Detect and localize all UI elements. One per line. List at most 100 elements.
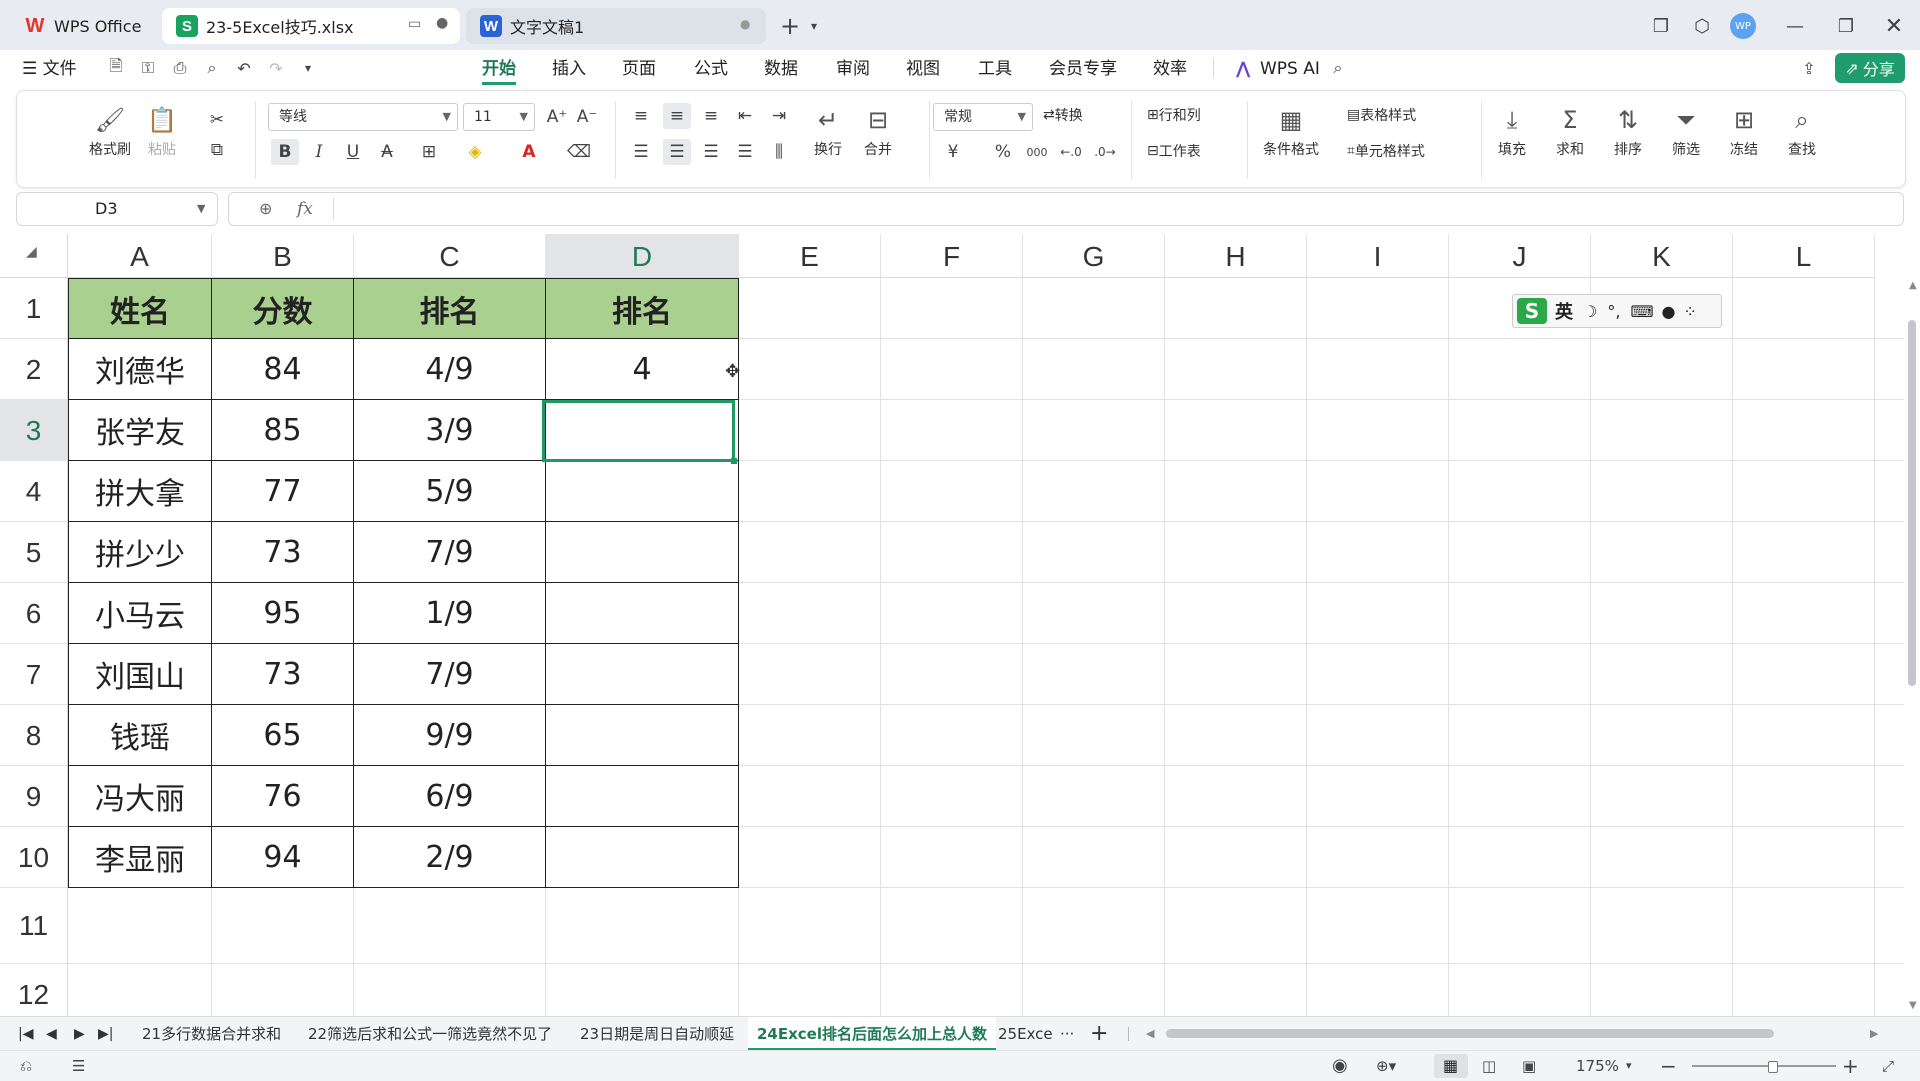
share-button[interactable]: ⇗ 分享: [1835, 53, 1905, 83]
merge-button[interactable]: ⊟ 合并: [863, 105, 893, 159]
eraser-icon[interactable]: ⌫: [565, 139, 593, 165]
quick-access-more-icon[interactable]: ▾: [296, 56, 320, 80]
next-sheet-icon[interactable]: ▶: [74, 1017, 85, 1051]
cell-b10[interactable]: 94: [212, 827, 354, 888]
fill-handle[interactable]: [731, 458, 737, 464]
chevron-down-icon[interactable]: ▾: [1626, 1051, 1632, 1081]
cell-c3[interactable]: 3/9: [354, 400, 546, 461]
column-header-j[interactable]: J: [1449, 234, 1591, 278]
cell-d4[interactable]: [546, 461, 739, 522]
restore-icon[interactable]: ❐: [1832, 12, 1860, 40]
redo-icon[interactable]: ↷: [264, 56, 288, 80]
column-header-g[interactable]: G: [1023, 234, 1165, 278]
ime-language-label[interactable]: 英: [1555, 298, 1573, 324]
window-layout-icon[interactable]: ❐: [1647, 12, 1675, 40]
grid-menu-icon[interactable]: ⁘: [1684, 302, 1697, 321]
zoom-formula-icon[interactable]: ⊕: [259, 193, 272, 225]
cell-c5[interactable]: 7/9: [354, 522, 546, 583]
row-header-3[interactable]: 3: [0, 400, 68, 461]
add-sheet-icon[interactable]: +: [1090, 1017, 1108, 1051]
cut-icon[interactable]: ✂: [203, 107, 231, 133]
cell-c6[interactable]: 1/9: [354, 583, 546, 644]
bold-icon[interactable]: B: [271, 139, 299, 165]
scroll-down-icon[interactable]: ▼: [1909, 1000, 1917, 1011]
name-box[interactable]: D3 ▼: [16, 192, 218, 226]
menu-view[interactable]: 视图: [906, 50, 940, 86]
zoom-in-icon[interactable]: +: [1842, 1051, 1859, 1081]
tab-spreadsheet[interactable]: S 23-5Excel技巧.xlsx ▭ ●: [162, 8, 460, 44]
menu-review[interactable]: 审阅: [836, 50, 870, 86]
font-color-icon[interactable]: A: [515, 139, 543, 165]
tab-wps-office[interactable]: W WPS Office: [10, 8, 158, 44]
sheet-list-icon[interactable]: ☰: [72, 1051, 85, 1081]
cell-a9[interactable]: 冯大丽: [68, 766, 212, 827]
conditional-format-button[interactable]: ▦ 条件格式: [1263, 105, 1319, 159]
increase-decimal-icon[interactable]: ←.0: [1057, 139, 1085, 165]
menu-efficiency[interactable]: 效率: [1153, 50, 1187, 86]
cell-a6[interactable]: 小马云: [68, 583, 212, 644]
print-icon[interactable]: ⎙: [168, 56, 192, 80]
search-icon[interactable]: ⌕: [1326, 56, 1350, 80]
scroll-up-icon[interactable]: ▲: [1909, 280, 1917, 291]
cell-d1[interactable]: 排名: [546, 278, 739, 339]
cell-b3[interactable]: 85: [212, 400, 354, 461]
cell-a8[interactable]: 钱瑶: [68, 705, 212, 766]
select-all-corner[interactable]: ◢: [0, 234, 68, 278]
cube-icon[interactable]: ⬡: [1688, 12, 1716, 40]
increase-font-icon[interactable]: A⁺: [543, 104, 571, 130]
cell-b5[interactable]: 73: [212, 522, 354, 583]
row-header-1[interactable]: 1: [0, 278, 68, 339]
convert-button[interactable]: ⇄ 转换: [1043, 105, 1083, 125]
undo-icon[interactable]: ↶: [232, 56, 256, 80]
align-top-icon[interactable]: ≡: [627, 103, 655, 129]
cell-a4[interactable]: 拼大拿: [68, 461, 212, 522]
last-sheet-icon[interactable]: ▶|: [98, 1017, 113, 1051]
row-header-8[interactable]: 8: [0, 705, 68, 766]
thousands-icon[interactable]: 000: [1023, 139, 1051, 165]
cell-d8[interactable]: [546, 705, 739, 766]
row-header-4[interactable]: 4: [0, 461, 68, 522]
align-left-icon[interactable]: ☰: [627, 139, 655, 165]
spreadsheet-grid[interactable]: ◢ ABCDEFGHIJKL 1 2 3 4 5 6 7 8 9 10 11 12 姓名 分数 排名 排名刘…: [0, 234, 1904, 1016]
cell-d2[interactable]: 4: [546, 339, 739, 400]
tab-writer[interactable]: W 文字文稿1 ●: [466, 8, 766, 44]
cell-c4[interactable]: 5/9: [354, 461, 546, 522]
cell-a3[interactable]: 张学友: [68, 400, 212, 461]
cell-a1[interactable]: 姓名: [68, 278, 212, 339]
indent-increase-icon[interactable]: ⇥: [765, 103, 793, 129]
align-right-icon[interactable]: ☰: [697, 139, 725, 165]
monitor-icon[interactable]: ▭: [408, 16, 421, 32]
sheet-tab-active[interactable]: 24Excel排名后面怎么加上总人数: [748, 1017, 996, 1051]
strikethrough-icon[interactable]: A: [373, 139, 401, 165]
format-painter-button[interactable]: 🖌 格式刷: [89, 105, 131, 159]
sheet-tab[interactable]: 25Exce: [998, 1017, 1053, 1051]
copy-icon[interactable]: ⧉: [203, 137, 231, 163]
close-icon[interactable]: ✕: [1880, 12, 1908, 40]
row-header-6[interactable]: 6: [0, 583, 68, 644]
unsaved-dot-icon[interactable]: ●: [436, 15, 448, 31]
menu-member[interactable]: 会员专享: [1049, 50, 1117, 86]
menu-page[interactable]: 页面: [622, 50, 656, 86]
prev-sheet-icon[interactable]: ◀: [46, 1017, 57, 1051]
column-header-l[interactable]: L: [1733, 234, 1875, 278]
cell-a5[interactable]: 拼少少: [68, 522, 212, 583]
decrease-decimal-icon[interactable]: .0→: [1091, 139, 1119, 165]
sheet-tab[interactable]: 21多行数据合并求和: [142, 1017, 281, 1051]
cell-c8[interactable]: 9/9: [354, 705, 546, 766]
cell-b1[interactable]: 分数: [212, 278, 354, 339]
fx-icon[interactable]: fx: [297, 193, 313, 225]
sheet-tab[interactable]: 23日期是周日自动顺延: [580, 1017, 734, 1051]
indent-decrease-icon[interactable]: ⇤: [731, 103, 759, 129]
cell-b7[interactable]: 73: [212, 644, 354, 705]
table-style-button[interactable]: ▤ 表格样式: [1347, 105, 1416, 125]
rows-cols-button[interactable]: ⊞ 行和列: [1147, 105, 1201, 125]
cell-c10[interactable]: 2/9: [354, 827, 546, 888]
sheet-tab[interactable]: 22筛选后求和公式一筛选竟然不见了: [308, 1017, 552, 1051]
chevron-down-icon[interactable]: ▾: [800, 12, 828, 40]
align-middle-icon[interactable]: ≡: [663, 103, 691, 129]
cell-focus-icon[interactable]: ⊕▾: [1376, 1051, 1396, 1081]
menu-wps-ai[interactable]: WPS AI: [1260, 50, 1320, 86]
underline-icon[interactable]: U: [339, 139, 367, 165]
minimize-icon[interactable]: —: [1781, 12, 1809, 40]
fill-button[interactable]: ⤓ 填充: [1497, 105, 1527, 159]
